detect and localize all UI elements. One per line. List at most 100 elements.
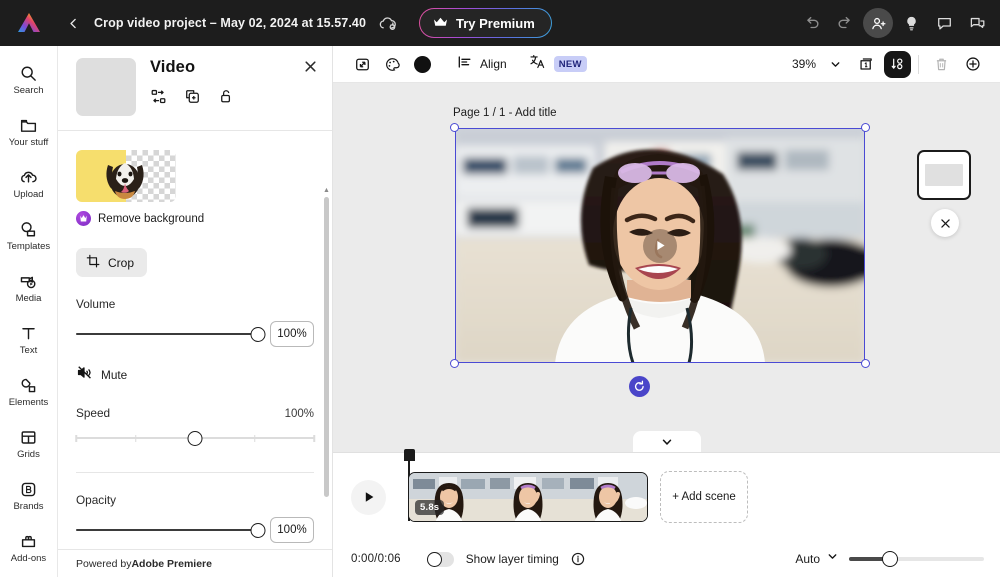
mute-toggle[interactable]: Mute — [76, 364, 314, 386]
sidebar-item-add-ons[interactable]: Add-ons — [0, 522, 58, 574]
sidebar-item-text[interactable]: Text — [0, 314, 58, 366]
duplicate-layer-icon[interactable] — [184, 88, 201, 105]
sidebar-item-your-stuff[interactable]: Your stuff — [0, 106, 58, 158]
unlock-icon[interactable] — [218, 88, 235, 105]
sidebar-item-grids[interactable]: Grids — [0, 418, 58, 470]
help-lightbulb-icon[interactable] — [896, 8, 926, 38]
timeline-clip[interactable]: 5.8s — [408, 472, 648, 522]
color-palette-icon[interactable] — [377, 50, 407, 78]
panel-content: Remove background Crop Volume — [58, 131, 332, 549]
panel-scrollbar[interactable]: ▲ — [323, 187, 330, 549]
align-button[interactable]: Align — [449, 51, 515, 77]
redo-icon[interactable] — [830, 8, 860, 38]
try-premium-button[interactable]: Try Premium — [419, 8, 552, 38]
loop-replay-button[interactable] — [629, 376, 650, 397]
close-thumbnail-button[interactable] — [931, 209, 959, 237]
sidebar-item-media[interactable]: Media — [0, 262, 58, 314]
opacity-value-input[interactable]: 100% — [270, 517, 314, 543]
toolbar-divider — [918, 55, 919, 74]
sidebar-label-search: Search — [13, 86, 43, 96]
adobe-express-logo[interactable] — [0, 11, 58, 35]
time-display: 0:00/0:06 — [351, 553, 401, 565]
invite-collaborator-icon[interactable] — [863, 8, 893, 38]
grids-icon — [19, 428, 38, 447]
play-triangle-icon — [362, 490, 376, 504]
sidebar-item-brands[interactable]: Brands — [0, 470, 58, 522]
volume-slider[interactable] — [76, 326, 258, 342]
templates-icon — [19, 220, 38, 239]
volume-value-input[interactable]: 100% — [270, 321, 314, 347]
page-thumbnail-inner — [925, 164, 963, 186]
chevron-down-icon — [660, 435, 674, 449]
clip-duration-badge: 5.8s — [415, 500, 444, 515]
plus-circle-icon[interactable] — [958, 50, 988, 78]
replace-media-icon[interactable] — [150, 88, 167, 105]
page-label[interactable]: Page 1 / 1 - Add title — [453, 107, 557, 119]
sidebar-item-upload[interactable]: Upload — [0, 158, 58, 210]
timeline-play-button[interactable] — [351, 480, 386, 515]
resize-handle-bottom-left[interactable] — [450, 359, 459, 368]
auto-zoom-dropdown[interactable]: Auto — [795, 550, 839, 568]
remove-background-preview[interactable] — [76, 150, 176, 202]
translate-button[interactable]: NEW — [529, 53, 587, 75]
remove-background-button[interactable]: Remove background — [76, 211, 314, 226]
try-premium-label: Try Premium — [456, 16, 535, 31]
top-bar: Crop video project – May 02, 2024 at 15.… — [0, 0, 1000, 46]
timeline-track-row: 5.8s + Add scene — [333, 453, 1000, 541]
sidebar-label-add-ons: Add-ons — [11, 554, 46, 564]
close-panel-button[interactable] — [303, 58, 318, 74]
trash-icon[interactable] — [926, 50, 956, 78]
canvas-area[interactable]: Page 1 / 1 - Add title — [333, 83, 1000, 452]
sidebar-label-media: Media — [16, 294, 42, 304]
color-swatch-button[interactable] — [407, 50, 437, 78]
playhead[interactable] — [404, 449, 415, 461]
mute-speaker-icon — [76, 364, 93, 386]
undo-icon[interactable] — [797, 8, 827, 38]
sidebar-item-templates[interactable]: Templates — [0, 210, 58, 262]
panel-header: Video — [58, 46, 332, 126]
resize-handle-top-right[interactable] — [861, 123, 870, 132]
loop-replay-icon — [633, 380, 646, 393]
left-rail: Search Your stuff Upload Templates Media… — [0, 46, 58, 577]
app-root: Crop video project – May 02, 2024 at 15.… — [0, 0, 1000, 577]
resize-handle-top-left[interactable] — [450, 123, 459, 132]
selected-video-frame[interactable] — [455, 128, 865, 363]
resize-handle-bottom-right[interactable] — [861, 359, 870, 368]
info-circle-icon[interactable] — [571, 552, 585, 566]
volume-knob[interactable] — [251, 327, 266, 342]
speed-tick — [313, 435, 315, 442]
collapse-timeline-button[interactable] — [633, 431, 701, 452]
cloud-sync-icon[interactable] — [378, 16, 397, 31]
zoom-knob[interactable] — [882, 551, 898, 567]
opacity-slider[interactable] — [76, 522, 258, 538]
layer-thumbnail[interactable] — [76, 58, 136, 116]
zoom-level-value[interactable]: 39% — [792, 57, 816, 71]
duplicate-window-icon[interactable] — [962, 8, 992, 38]
speed-slider[interactable] — [76, 430, 314, 446]
play-button-overlay[interactable] — [643, 229, 677, 263]
sidebar-label-templates: Templates — [7, 242, 50, 252]
chevron-down-icon[interactable] — [820, 50, 850, 78]
crop-button[interactable]: Crop — [76, 248, 147, 277]
timeline-zoom-slider[interactable] — [849, 551, 984, 567]
document-title[interactable]: Crop video project – May 02, 2024 at 15.… — [94, 16, 366, 30]
show-layer-timing-toggle[interactable] — [427, 552, 454, 567]
auto-zoom-label: Auto — [795, 552, 820, 566]
transform-resize-icon[interactable] — [347, 50, 377, 78]
speed-knob[interactable] — [188, 431, 203, 446]
back-button[interactable] — [60, 10, 86, 36]
add-scene-button[interactable]: + Add scene — [660, 471, 748, 523]
timeline-controls-row: 0:00/0:06 Show layer timing Auto — [333, 541, 1000, 577]
page-thumbnail-card[interactable] — [917, 150, 971, 200]
sidebar-item-search[interactable]: Search — [0, 54, 58, 106]
opacity-knob[interactable] — [251, 523, 266, 538]
toggle-knob — [427, 552, 442, 567]
scrollbar-thumb[interactable] — [324, 197, 329, 497]
arrange-layers-icon[interactable] — [884, 51, 911, 78]
comment-icon[interactable] — [929, 8, 959, 38]
speed-tick — [254, 435, 256, 442]
scroll-up-arrow[interactable]: ▲ — [323, 187, 330, 195]
sidebar-label-upload: Upload — [13, 190, 43, 200]
sidebar-item-elements[interactable]: Elements — [0, 366, 58, 418]
page-count-1-icon[interactable] — [852, 50, 882, 78]
